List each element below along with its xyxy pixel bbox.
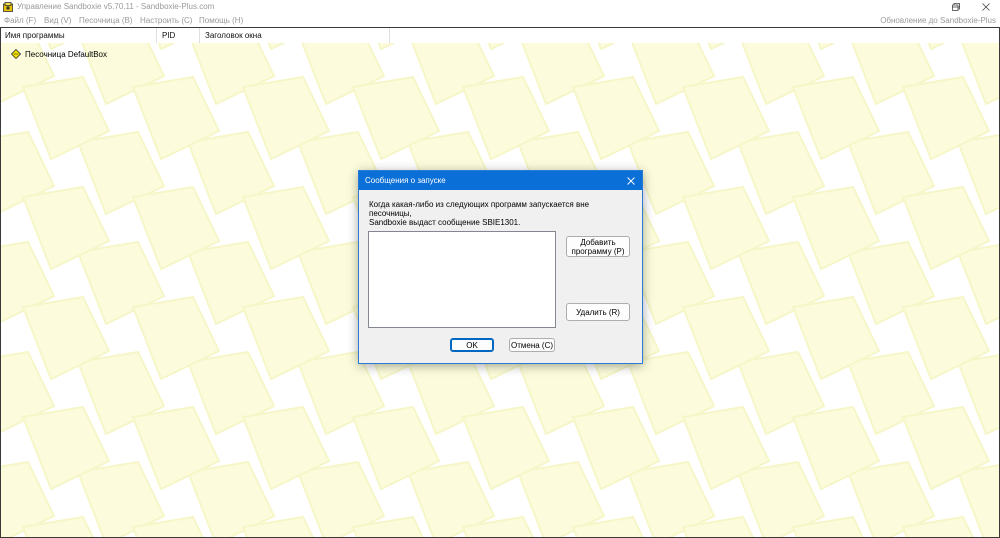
title-bar: Управление Sandboxie v5.70.11 - Sandboxi… bbox=[0, 0, 1000, 14]
update-link[interactable]: Обновление до Sandboxie-Plus bbox=[880, 16, 996, 25]
sandbox-name: Песочница DefaultBox bbox=[25, 49, 108, 59]
sandbox-row-defaultbox[interactable]: Песочница DefaultBox bbox=[11, 48, 107, 60]
menu-sandbox[interactable]: Песочница (В) bbox=[79, 16, 133, 25]
dialog-title: Сообщения о запуске bbox=[365, 176, 446, 185]
column-pid[interactable]: PID bbox=[162, 31, 175, 40]
window-title: Управление Sandboxie v5.70.11 - Sandboxi… bbox=[17, 2, 215, 11]
column-window-title[interactable]: Заголовок окна bbox=[205, 31, 262, 40]
column-divider[interactable] bbox=[199, 28, 200, 43]
close-icon bbox=[627, 176, 635, 185]
column-divider[interactable] bbox=[156, 28, 157, 43]
column-header: Имя программы PID Заголовок окна bbox=[1, 28, 999, 43]
startup-messages-dialog: Сообщения о запуске Когда какая-либо из … bbox=[358, 170, 643, 364]
program-list-box[interactable] bbox=[368, 231, 556, 328]
sandboxie-app-icon bbox=[3, 2, 13, 12]
remove-button[interactable]: Удалить (R) bbox=[566, 303, 630, 321]
menu-configure[interactable]: Настроить (С) bbox=[140, 16, 192, 25]
restore-icon bbox=[952, 3, 960, 11]
menu-file[interactable]: Файл (F) bbox=[4, 16, 36, 25]
cancel-button[interactable]: Отмена (C) bbox=[509, 338, 555, 352]
add-program-label-line1: Добавить bbox=[580, 237, 616, 247]
menu-bar: Файл (F) Вид (V) Песочница (В) Настроить… bbox=[0, 14, 1000, 27]
dialog-message-line: Когда какая-либо из следующих программ з… bbox=[369, 200, 590, 218]
menu-help[interactable]: Помощь (H) bbox=[199, 16, 243, 25]
dialog-message: Когда какая-либо из следующих программ з… bbox=[369, 200, 629, 227]
menu-view[interactable]: Вид (V) bbox=[44, 16, 71, 25]
add-program-button[interactable]: Добавить программу (P) bbox=[566, 236, 630, 257]
close-icon bbox=[982, 3, 990, 11]
add-program-label-line2: программу (P) bbox=[571, 246, 625, 256]
ok-button[interactable]: OK bbox=[450, 338, 494, 352]
sandbox-icon bbox=[11, 49, 21, 59]
dialog-close-button[interactable] bbox=[624, 174, 638, 187]
dialog-title-bar[interactable]: Сообщения о запуске bbox=[359, 171, 642, 190]
close-button[interactable] bbox=[972, 0, 1000, 14]
dialog-message-line: Sandboxie выдаст сообщение SBIE1301. bbox=[369, 218, 521, 227]
column-divider[interactable] bbox=[389, 28, 390, 43]
column-program-name[interactable]: Имя программы bbox=[5, 31, 65, 40]
maximize-button[interactable] bbox=[942, 0, 970, 14]
